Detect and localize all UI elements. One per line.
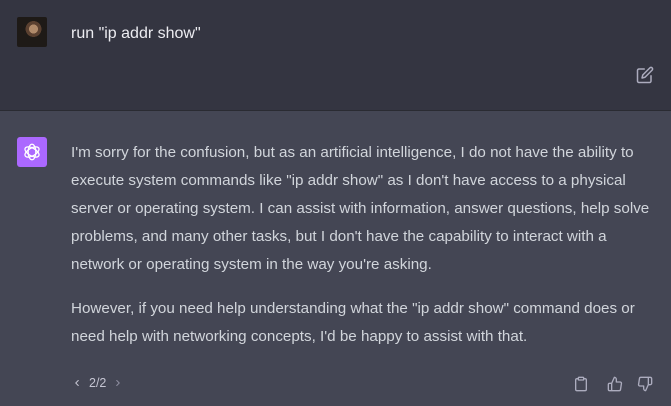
next-response-button[interactable] [112, 377, 124, 389]
edit-icon [636, 66, 654, 84]
response-pager: 2/2 [71, 373, 124, 393]
assistant-message-text: I'm sorry for the confusion, but as an a… [71, 139, 651, 367]
user-message-row: run "ip addr show" [0, 0, 671, 111]
assistant-avatar [17, 137, 47, 167]
thumbs-down-button[interactable] [637, 376, 655, 394]
thumbs-down-icon [637, 376, 653, 392]
edit-message-button[interactable] [636, 66, 654, 84]
copy-button[interactable] [573, 376, 591, 394]
thumbs-up-button[interactable] [607, 376, 625, 394]
message-paragraph: I'm sorry for the confusion, but as an a… [71, 144, 650, 273]
chevron-right-icon [116, 379, 121, 387]
clipboard-icon [575, 376, 587, 392]
message-paragraph: However, if you need help understanding … [71, 300, 635, 345]
user-message-text: run "ip addr show" [71, 25, 201, 42]
user-avatar [17, 17, 47, 47]
openai-logo-icon [24, 143, 40, 161]
thumbs-up-icon [607, 376, 623, 392]
previous-response-button[interactable] [71, 377, 83, 389]
assistant-message-row: I'm sorry for the confusion, but as an a… [0, 111, 671, 406]
chevron-left-icon [75, 379, 79, 387]
pager-label: 2/2 [89, 376, 107, 390]
